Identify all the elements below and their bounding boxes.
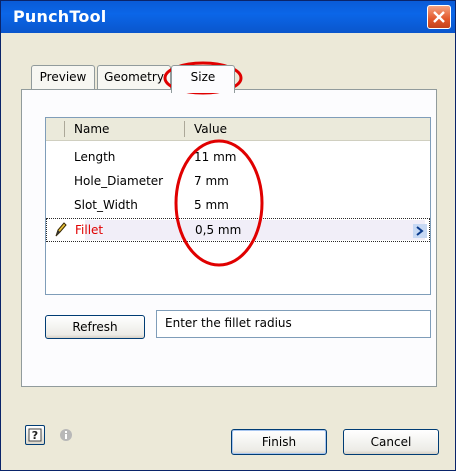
info-icon <box>60 429 72 441</box>
grid-header: Name Value <box>46 118 430 141</box>
expand-arrow-icon[interactable] <box>413 223 427 242</box>
tab-geometry[interactable]: Geometry <box>97 65 171 89</box>
help-button[interactable]: ? <box>25 425 45 445</box>
svg-text:?: ? <box>32 429 38 442</box>
param-name: Hole_Diameter <box>74 174 164 188</box>
window-title: PunchTool <box>13 7 107 26</box>
grid-row-hole-diameter[interactable]: Hole_Diameter 7 mm <box>46 170 430 194</box>
param-value[interactable]: 0,5 mm <box>195 223 241 237</box>
title-bar[interactable]: PunchTool <box>1 1 455 33</box>
param-name: Fillet <box>75 223 104 237</box>
param-value[interactable]: 7 mm <box>194 174 229 188</box>
pencil-icon <box>53 222 67 242</box>
column-divider <box>64 121 65 137</box>
finish-button[interactable]: Finish <box>231 429 327 455</box>
refresh-button[interactable]: Refresh <box>45 315 145 339</box>
grid-row-slot-width[interactable]: Slot_Width 5 mm <box>46 194 430 218</box>
grid-row-fillet[interactable]: Fillet 0,5 mm <box>46 218 430 242</box>
close-icon <box>433 11 445 23</box>
parameter-grid: Name Value Length 11 mm Hole_Diameter 7 … <box>45 117 431 295</box>
param-value[interactable]: 5 mm <box>194 198 229 212</box>
column-header-name[interactable]: Name <box>74 122 109 136</box>
hint-text-box: Enter the fillet radius <box>156 310 431 338</box>
param-name: Length <box>74 150 116 164</box>
close-button[interactable] <box>427 5 451 29</box>
param-name: Slot_Width <box>74 198 138 212</box>
punchtool-dialog: PunchTool Preview Geometry Size Name Val… <box>0 0 456 471</box>
tab-size[interactable]: Size <box>171 65 235 93</box>
param-value[interactable]: 11 mm <box>194 150 236 164</box>
selection-highlight <box>85 220 425 240</box>
column-header-value[interactable]: Value <box>194 122 227 136</box>
tab-preview[interactable]: Preview <box>31 65 95 89</box>
column-divider <box>184 121 185 137</box>
help-icon: ? <box>28 428 42 442</box>
info-button[interactable] <box>57 425 75 445</box>
cancel-button[interactable]: Cancel <box>343 429 439 455</box>
grid-row-length[interactable]: Length 11 mm <box>46 146 430 170</box>
